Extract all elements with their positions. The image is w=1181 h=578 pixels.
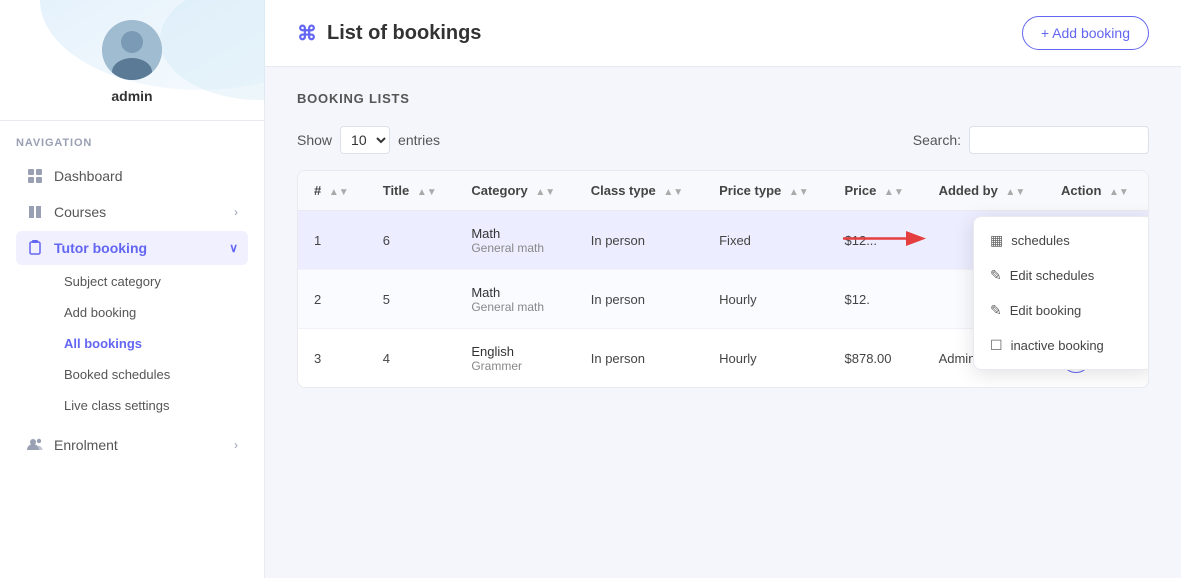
pencil-edit-icon: ✎ [990,302,1002,319]
cell-title: 5 [367,270,456,329]
col-category[interactable]: Category ▲▼ [455,171,574,211]
dropdown-item-inactive-booking[interactable]: ☐ inactive booking [974,328,1149,363]
table-icon: ▦ [990,232,1003,249]
entries-select[interactable]: 10 25 50 [340,126,390,154]
square-icon: ☐ [990,337,1003,354]
col-price-type[interactable]: Price type ▲▼ [703,171,828,211]
table-row: 1 6 Math General math In person Fixed $1… [298,211,1148,270]
cell-class-type: In person [575,329,703,388]
chevron-right-icon: › [234,205,238,219]
col-action[interactable]: Action ▲▼ [1045,171,1148,211]
sidebar-item-courses-label: Courses [54,204,106,220]
cell-price-type: Hourly [703,270,828,329]
sidebar-item-tutor-booking-label: Tutor booking [54,240,147,256]
sidebar-item-all-bookings[interactable]: All bookings [54,329,248,358]
avatar [102,20,162,80]
sidebar-item-enrolment-label: Enrolment [54,437,118,453]
grid-icon [26,167,44,185]
dropdown-inactive-booking-label: inactive booking [1011,338,1104,353]
sidebar-item-subject-category[interactable]: Subject category [54,267,248,296]
col-title[interactable]: Title ▲▼ [367,171,456,211]
show-label: Show [297,132,332,148]
cell-category: English Grammer [455,329,574,388]
book-icon [26,203,44,221]
cell-num: 1 [298,211,367,270]
command-icon: ⌘ [297,21,317,46]
nav-section-label: NAVIGATION [16,137,248,149]
sidebar-item-booked-schedules[interactable]: Booked schedules [54,360,248,389]
admin-username: admin [111,88,152,104]
sidebar-item-dashboard[interactable]: Dashboard [16,159,248,193]
cell-category: Math General math [455,211,574,270]
section-title: BOOKING LISTS [297,91,1149,106]
clipboard-icon [26,239,44,257]
main-content: ⌘ List of bookings + Add booking BOOKING… [265,0,1181,578]
col-num[interactable]: # ▲▼ [298,171,367,211]
cell-num: 2 [298,270,367,329]
content-area: BOOKING LISTS Show 10 25 50 entries Sear… [265,67,1181,578]
cell-title: 4 [367,329,456,388]
add-booking-button[interactable]: + Add booking [1022,16,1149,50]
col-price[interactable]: Price ▲▼ [829,171,923,211]
col-added-by[interactable]: Added by ▲▼ [923,171,1045,211]
cell-class-type: In person [575,211,703,270]
tutor-booking-subnav: Subject category Add booking All booking… [16,267,248,420]
search-label: Search: [913,132,961,148]
chevron-right-icon-enrolment: › [234,438,238,452]
bookings-table: # ▲▼ Title ▲▼ Category ▲▼ Class type ▲▼ … [297,170,1149,388]
col-class-type[interactable]: Class type ▲▼ [575,171,703,211]
cell-action: ⋯ ▦ schedules ✎ Edit schedules [1045,211,1148,270]
search-box: Search: [913,126,1149,154]
chevron-down-icon: ∨ [229,241,238,255]
show-entries: Show 10 25 50 entries [297,126,440,154]
table-controls: Show 10 25 50 entries Search: [297,126,1149,154]
cell-title: 6 [367,211,456,270]
users-icon [26,436,44,454]
cell-price: $878.00 [829,329,923,388]
page-header: ⌘ List of bookings + Add booking [265,0,1181,67]
cell-price-type: Fixed [703,211,828,270]
cell-num: 3 [298,329,367,388]
dropdown-item-edit-schedules[interactable]: ✎ Edit schedules [974,258,1149,293]
sidebar-item-live-class-settings[interactable]: Live class settings [54,391,248,420]
dropdown-item-edit-booking[interactable]: ✎ Edit booking [974,293,1149,328]
dropdown-item-schedules[interactable]: ▦ schedules [974,223,1149,258]
sidebar-item-dashboard-label: Dashboard [54,168,123,184]
dropdown-edit-schedules-label: Edit schedules [1010,268,1095,283]
dropdown-schedules-label: schedules [1011,233,1070,248]
cell-price: $12. [829,270,923,329]
sidebar-item-enrolment[interactable]: Enrolment › [16,428,248,462]
cell-price: $12... [829,211,923,270]
sidebar-item-add-booking[interactable]: Add booking [54,298,248,327]
page-title: ⌘ List of bookings [297,21,481,46]
sidebar-item-courses[interactable]: Courses › [16,195,248,229]
cell-class-type: In person [575,270,703,329]
search-input[interactable] [969,126,1149,154]
table-header-row: # ▲▼ Title ▲▼ Category ▲▼ Class type ▲▼ … [298,171,1148,211]
pencil-icon: ✎ [990,267,1002,284]
action-dropdown: ▦ schedules ✎ Edit schedules ✎ Edit book… [973,216,1149,370]
entries-label: entries [398,132,440,148]
cell-category: Math General math [455,270,574,329]
dropdown-edit-booking-label: Edit booking [1010,303,1082,318]
sidebar-item-tutor-booking[interactable]: Tutor booking ∨ [16,231,248,265]
cell-price-type: Hourly [703,329,828,388]
